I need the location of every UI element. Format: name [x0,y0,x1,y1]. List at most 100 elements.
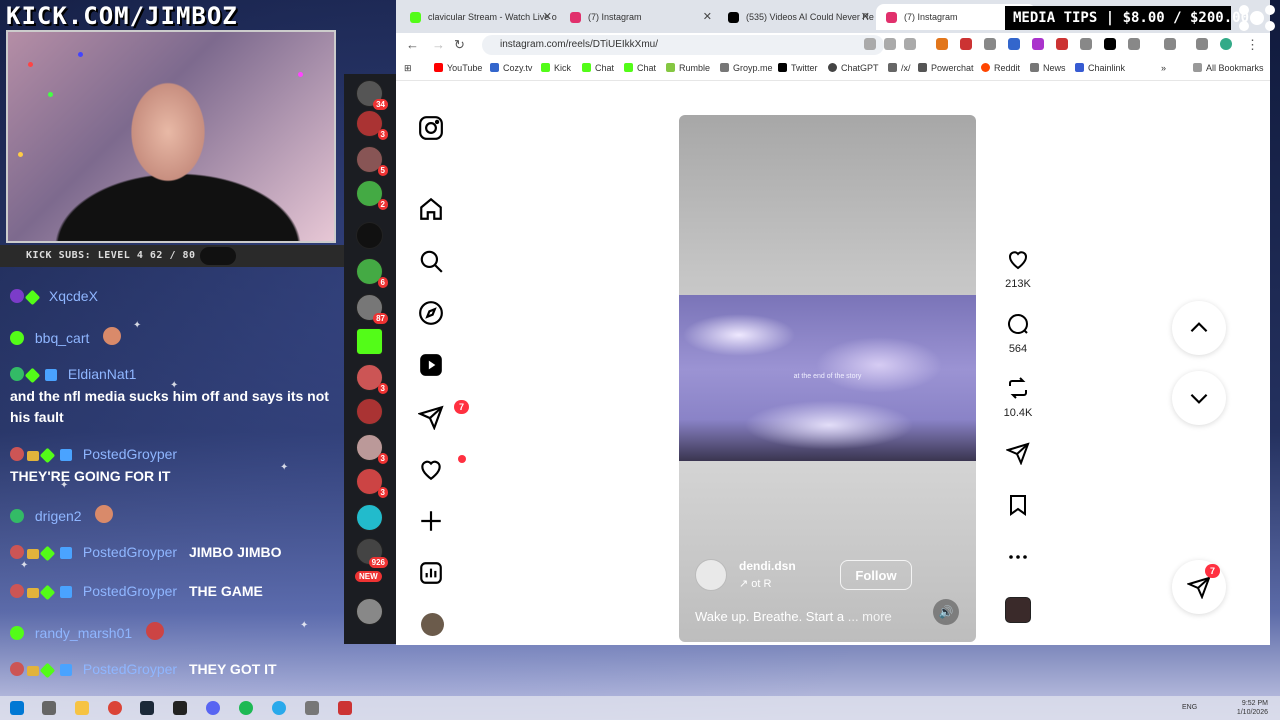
chat-username[interactable]: PostedGroyper [83,583,177,599]
extensions-puzzle-icon[interactable] [1128,38,1140,50]
like-button[interactable]: 213K [1000,247,1036,290]
bookmark-chainlink[interactable]: Chainlink [1075,63,1125,73]
extension-icon[interactable] [960,38,972,50]
zoom-icon[interactable] [864,38,876,50]
reload-icon[interactable]: ↻ [454,37,465,53]
chat-username[interactable]: bbq_cart [35,330,89,346]
bookmark-cozy[interactable]: Cozy.tv [490,63,532,73]
chrome-icon[interactable] [108,701,122,715]
bookmark-chatgpt[interactable]: ChatGPT [828,63,879,73]
bookmark-news[interactable]: News [1030,63,1066,73]
chat-username[interactable]: drigen2 [35,508,82,524]
follow-button[interactable]: Follow [840,560,912,590]
channel-avatar[interactable] [356,398,383,425]
windows-start-icon[interactable] [10,701,24,715]
reel-player[interactable]: at the end of the story dendi.dsn ↗ ot R… [679,115,976,642]
extension-icon[interactable] [984,38,996,50]
bookmark-rumble[interactable]: Rumble [666,63,710,73]
create-plus-icon[interactable] [418,508,446,536]
audio-label[interactable]: ↗ ot R [739,577,771,590]
explore-compass-icon[interactable] [418,300,446,328]
install-icon[interactable] [884,38,896,50]
channel-avatar[interactable] [356,504,383,531]
channel-avatar[interactable]: 3 [356,468,388,498]
close-icon[interactable]: ✕ [703,10,712,23]
file-explorer-icon[interactable] [75,701,89,715]
channel-avatar[interactable]: 5 [356,146,388,176]
volume-icon[interactable]: 🔊 [933,599,959,625]
extension-icon[interactable] [1032,38,1044,50]
bookmark-star-icon[interactable] [904,38,916,50]
channel-avatar[interactable]: 3 [356,434,388,464]
channel-avatar[interactable] [356,222,383,249]
repost-button[interactable]: 10.4K [1000,376,1036,419]
next-reel-button[interactable] [1172,371,1226,425]
chat-username[interactable]: PostedGroyper [83,544,177,560]
forward-icon[interactable]: → [432,37,445,52]
steam-icon[interactable] [140,701,154,715]
previous-reel-button[interactable] [1172,301,1226,355]
reel-video-frame[interactable]: at the end of the story [679,295,976,461]
author-avatar[interactable] [695,559,727,591]
apps-grid-icon[interactable]: ⊞ [404,63,412,74]
chat-username[interactable]: EldianNat1 [68,366,137,382]
downloads-icon[interactable] [1196,38,1208,50]
bookmark-groyp[interactable]: Groyp.me [720,63,773,73]
bookmark-youtube[interactable]: YouTube [434,63,482,73]
extension-icon[interactable] [1056,38,1068,50]
dashboard-icon[interactable] [418,560,446,588]
author-username[interactable]: dendi.dsn [739,559,796,573]
search-icon[interactable] [418,248,446,276]
notifications-heart-icon[interactable] [418,455,466,484]
channel-avatar[interactable]: 87 [356,294,388,324]
bookmark-chat[interactable]: Chat [582,63,614,73]
extension-icon[interactable] [1008,38,1020,50]
bookmark-reddit[interactable]: Reddit [981,63,1020,73]
obs-icon[interactable] [338,701,352,715]
spotify-icon[interactable] [239,701,253,715]
messages-icon[interactable]: 7 [417,400,470,432]
telegram-icon[interactable] [272,701,286,715]
more-options-button[interactable] [1000,545,1036,574]
more-link[interactable]: ... more [848,609,892,624]
home-icon[interactable] [418,196,446,224]
bookmark-powerchat[interactable]: Powerchat [918,63,974,73]
bookmark-chat[interactable]: Chat [624,63,656,73]
chat-username[interactable]: PostedGroyper [83,661,177,677]
bookmark-twitter[interactable]: Twitter [778,63,818,73]
profile-icon[interactable] [1220,38,1232,50]
channel-avatar[interactable]: 3 [356,364,388,394]
chat-username[interactable]: randy_marsh01 [35,625,132,641]
close-icon[interactable]: ✕ [543,10,552,23]
task-view-icon[interactable] [42,701,56,715]
comment-button[interactable]: 564 [1000,312,1036,355]
channel-avatar[interactable]: 6 [356,258,388,288]
app-icon[interactable] [305,701,319,715]
instagram-logo-icon[interactable] [418,115,446,143]
system-clock[interactable]: 9:52 PM 1/10/2026 [1237,699,1268,717]
back-icon[interactable]: ← [406,37,419,52]
share-button[interactable] [1000,441,1036,470]
chevron-right-icon[interactable]: » [1161,63,1166,73]
kick-logo-icon[interactable] [356,328,383,355]
channel-avatar[interactable] [356,598,383,625]
menu-icon[interactable]: ⋮ [1246,37,1259,53]
discord-icon[interactable] [206,701,220,715]
tab-kick-stream[interactable]: clavicular Stream - Watch Live o ✕ [400,4,560,30]
sidebar-icon[interactable] [1164,38,1176,50]
extension-icon[interactable] [1080,38,1092,50]
save-button[interactable] [1000,493,1036,522]
channel-avatar[interactable]: 2 [356,180,388,210]
channel-avatar[interactable]: 926 [356,538,388,568]
profile-avatar[interactable] [421,613,444,636]
reels-icon[interactable] [418,352,446,380]
tab-x-videos[interactable]: (535) Videos AI Could Never Re ✕ [718,4,878,30]
bookmark-kick[interactable]: Kick [541,63,571,73]
language-indicator[interactable]: ENG [1182,704,1197,711]
chat-username[interactable]: XqcdeX [49,288,98,304]
address-bar[interactable]: instagram.com/reels/DTiUEIkkXmu/ [482,35,884,55]
terminal-icon[interactable] [173,701,187,715]
metamask-icon[interactable] [936,38,948,50]
all-bookmarks[interactable]: All Bookmarks [1193,63,1264,73]
gamepad-icon[interactable]: 34 [356,80,388,110]
